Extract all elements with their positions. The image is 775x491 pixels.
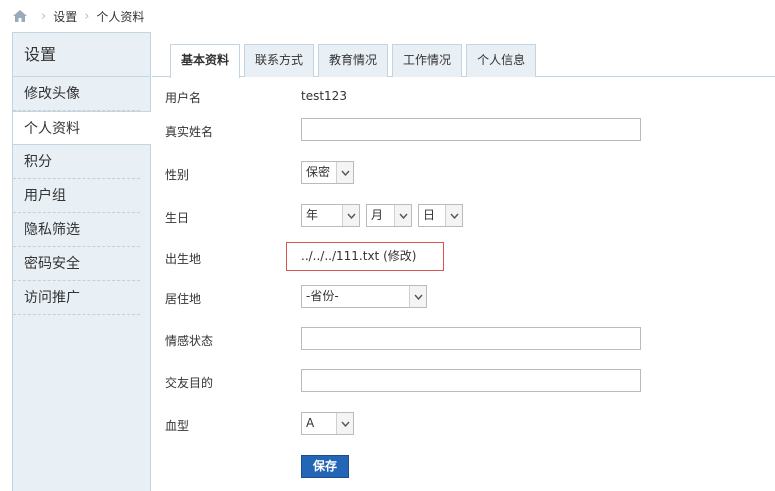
username-label: 用户名 <box>165 91 202 105</box>
sidebar-item-profile[interactable]: 个人资料 <box>13 111 151 145</box>
relationship-label: 情感状态 <box>165 334 214 348</box>
birth-month-value: 月 <box>371 208 384 222</box>
tab-education[interactable]: 教育情况 <box>318 44 389 77</box>
residence-province-value: -省份- <box>306 289 339 303</box>
sidebar-item-password[interactable]: 密码安全 <box>13 247 140 281</box>
tab-work[interactable]: 工作情况 <box>392 44 463 77</box>
tab-contact[interactable]: 联系方式 <box>244 44 315 77</box>
birth-month-select[interactable]: 月 <box>366 204 412 227</box>
sidebar-item-avatar[interactable]: 修改头像 <box>13 77 140 111</box>
profile-tabs: 基本资料 联系方式 教育情况 工作情况 个人信息 <box>170 44 540 78</box>
chevron-down-icon <box>409 286 426 307</box>
breadcrumb: › 设置 › 个人资料 <box>0 0 775 32</box>
save-button[interactable]: 保存 <box>301 455 349 478</box>
birthday-label: 生日 <box>165 211 190 225</box>
gender-label: 性别 <box>165 168 190 182</box>
purpose-input[interactable] <box>301 369 641 392</box>
birthplace-label: 出生地 <box>165 252 202 266</box>
sidebar-item-promotion[interactable]: 访问推广 <box>13 281 140 315</box>
chevron-down-icon <box>445 205 462 226</box>
realname-label: 真实姓名 <box>165 125 214 139</box>
breadcrumb-current: 个人资料 <box>96 9 145 24</box>
birthplace-value: ../../../111.txt <box>301 249 380 263</box>
birth-year-value: 年 <box>306 208 319 222</box>
bloodtype-label: 血型 <box>165 419 190 433</box>
sidebar-item-privacy[interactable]: 隐私筛选 <box>13 213 140 247</box>
realname-input[interactable] <box>301 118 641 141</box>
home-icon[interactable] <box>12 9 28 23</box>
birth-year-select[interactable]: 年 <box>301 204 360 227</box>
gender-select-value: 保密 <box>306 165 331 179</box>
relationship-input[interactable] <box>301 327 641 350</box>
residence-province-select[interactable]: -省份- <box>301 285 427 308</box>
purpose-label: 交友目的 <box>165 376 214 390</box>
chevron-down-icon <box>336 162 353 183</box>
tab-basic[interactable]: 基本资料 <box>170 44 241 78</box>
sidebar-title: 设置 <box>13 33 150 77</box>
username-value: test123 <box>301 89 347 103</box>
bloodtype-select[interactable]: A <box>301 412 354 435</box>
birthplace-display: ../../../111.txt (修改) <box>286 242 444 271</box>
gender-select[interactable]: 保密 <box>301 161 354 184</box>
birth-day-select[interactable]: 日 <box>418 204 463 227</box>
bloodtype-value: A <box>306 416 315 430</box>
chevron-down-icon <box>394 205 411 226</box>
sidebar-item-credits[interactable]: 积分 <box>13 145 140 179</box>
chevron-down-icon <box>336 413 353 434</box>
breadcrumb-separator: › <box>41 8 47 24</box>
birth-day-value: 日 <box>423 208 436 222</box>
chevron-down-icon <box>342 205 359 226</box>
sidebar-item-usergroup[interactable]: 用户组 <box>13 179 140 213</box>
breadcrumb-settings-link[interactable]: 设置 <box>53 8 77 25</box>
residence-label: 居住地 <box>165 292 202 306</box>
birthplace-edit-link[interactable]: (修改) <box>383 249 416 263</box>
settings-sidebar: 设置 修改头像 个人资料 积分 用户组 隐私筛选 密码安全 访问推广 <box>12 32 151 491</box>
tab-personal[interactable]: 个人信息 <box>466 44 537 77</box>
breadcrumb-separator: › <box>84 8 90 24</box>
